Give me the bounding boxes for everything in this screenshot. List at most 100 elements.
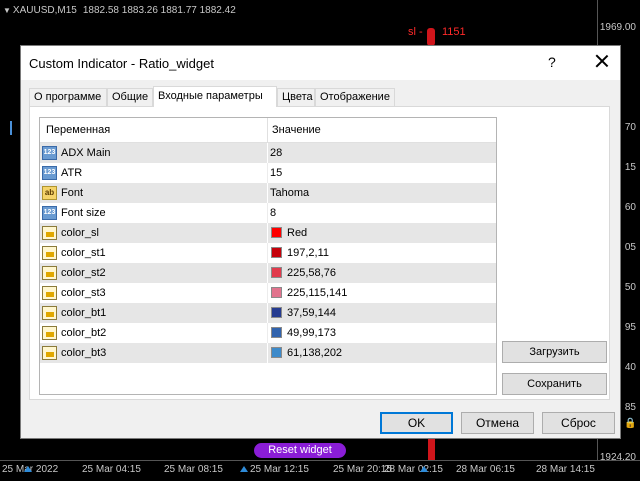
tab-common[interactable]: Общие: [107, 88, 153, 106]
price-tick: 95: [624, 322, 636, 333]
table-row[interactable]: 123 ATR 15: [40, 163, 496, 183]
column-header-value[interactable]: Значение: [272, 124, 321, 136]
table-row[interactable]: color_st3 225,115,141: [40, 283, 496, 303]
candle: [10, 121, 12, 135]
column-divider: [267, 283, 268, 303]
int-icon: 123: [42, 206, 57, 220]
column-divider: [267, 223, 268, 243]
price-tick: 1969.00: [599, 22, 636, 33]
column-divider[interactable]: [267, 118, 268, 142]
color-icon: [42, 286, 57, 300]
table-row[interactable]: color_st1 197,2,11: [40, 243, 496, 263]
variable-name: color_bt1: [61, 307, 107, 319]
table-row[interactable]: color_st2 225,58,76: [40, 263, 496, 283]
help-button[interactable]: ?: [548, 54, 556, 70]
chart-header: ▼ XAUUSD,M15 1882.58 1883.26 1881.77 1882.…: [3, 5, 236, 16]
time-tick: 25 Mar 08:15: [164, 464, 223, 475]
table-row[interactable]: color_bt2 49,99,173: [40, 323, 496, 343]
time-axis: 25 Mar 2022 25 Mar 04:15 25 Mar 08:15 25…: [0, 460, 640, 481]
variable-value[interactable]: 49,99,173: [287, 327, 336, 339]
chart-ohlc-prices: 1882.58 1883.26 1881.77 1882.42: [82, 5, 236, 16]
variable-value[interactable]: 225,58,76: [287, 267, 336, 279]
table-row[interactable]: 123 Font size 8: [40, 203, 496, 223]
tab-about[interactable]: О программе: [29, 88, 107, 106]
load-button[interactable]: Загрузить: [502, 341, 607, 363]
color-swatch[interactable]: [271, 307, 282, 318]
color-swatch[interactable]: [271, 287, 282, 298]
period-separator-marker-icon: [420, 466, 428, 472]
column-divider: [267, 323, 268, 343]
scroll-lock-icon[interactable]: 🔒: [624, 418, 636, 429]
cancel-button[interactable]: Отмена: [461, 412, 534, 434]
color-swatch[interactable]: [271, 327, 282, 338]
price-tick: 85: [624, 402, 636, 413]
period-separator-marker-icon: [24, 466, 32, 472]
color-swatch[interactable]: [271, 267, 282, 278]
color-icon: [42, 326, 57, 340]
variable-name: Font: [61, 187, 84, 199]
color-icon: [42, 346, 57, 360]
sl-price: 1151: [442, 26, 466, 38]
column-divider: [267, 263, 268, 283]
price-tick: 40: [624, 362, 636, 373]
chart-symbol: XAUUSD,M15: [12, 5, 77, 16]
variable-name: color_bt3: [61, 347, 107, 359]
time-tick: 25 Mar 12:15: [250, 464, 309, 475]
price-tick: 70: [624, 122, 636, 133]
table-row[interactable]: 123 ADX Main 28: [40, 143, 496, 163]
color-swatch[interactable]: [271, 247, 282, 258]
table-row[interactable]: color_bt1 37,59,144: [40, 303, 496, 323]
variable-value[interactable]: Tahoma: [270, 187, 309, 199]
tab-colors[interactable]: Цвета: [277, 88, 315, 106]
column-divider: [267, 183, 268, 203]
column-divider: [267, 243, 268, 263]
parameters-table: Переменная Значение 123 ADX Main 28 123 …: [39, 117, 497, 395]
candle: [428, 438, 435, 460]
variable-value[interactable]: 61,138,202: [287, 347, 342, 359]
close-icon[interactable]: [591, 50, 613, 72]
variable-value[interactable]: Red: [287, 227, 307, 239]
table-row[interactable]: color_sl Red: [40, 223, 496, 243]
variable-value[interactable]: 225,115,141: [287, 287, 347, 299]
variable-value[interactable]: 37,59,144: [287, 307, 336, 319]
period-separator-marker-icon: [240, 466, 248, 472]
table-row[interactable]: ab Font Tahoma: [40, 183, 496, 203]
tab-visualization[interactable]: Отображение: [315, 88, 395, 106]
variable-value[interactable]: 28: [270, 147, 282, 159]
color-swatch[interactable]: [271, 227, 282, 238]
variable-name: ATR: [61, 167, 83, 179]
int-icon: 123: [42, 166, 57, 180]
table-header: Переменная Значение: [40, 118, 496, 143]
dialog-titlebar[interactable]: Custom Indicator - Ratio_widget ?: [21, 46, 620, 80]
dialog-title: Custom Indicator - Ratio_widget: [29, 56, 214, 71]
column-divider: [267, 203, 268, 223]
reset-button[interactable]: Сброс: [542, 412, 615, 434]
time-tick: 25 Mar 04:15: [82, 464, 141, 475]
variable-name: color_st3: [61, 287, 106, 299]
reset-widget-button[interactable]: Reset widget: [254, 443, 346, 458]
variable-name: ADX Main: [61, 147, 111, 159]
ok-button[interactable]: OK: [380, 412, 453, 434]
variable-value[interactable]: 8: [270, 207, 276, 219]
variable-name: color_st2: [61, 267, 106, 279]
variable-name: Font size: [61, 207, 106, 219]
collapse-arrow-icon[interactable]: ▼: [3, 6, 11, 15]
string-icon: ab: [42, 186, 57, 200]
variable-value[interactable]: 15: [270, 167, 282, 179]
price-tick: 60: [624, 202, 636, 213]
variable-value[interactable]: 197,2,11: [287, 247, 329, 259]
variable-name: color_bt2: [61, 327, 107, 339]
sl-label: sl -: [408, 26, 423, 38]
color-icon: [42, 226, 57, 240]
save-button[interactable]: Сохранить: [502, 373, 607, 395]
column-divider: [267, 343, 268, 363]
column-divider: [267, 303, 268, 323]
color-icon: [42, 266, 57, 280]
color-swatch[interactable]: [271, 347, 282, 358]
column-divider: [267, 163, 268, 183]
table-row[interactable]: color_bt3 61,138,202: [40, 343, 496, 363]
column-header-variable[interactable]: Переменная: [46, 124, 110, 136]
int-icon: 123: [42, 146, 57, 160]
tab-inputs[interactable]: Входные параметры: [153, 86, 277, 107]
custom-indicator-dialog: Custom Indicator - Ratio_widget ? О прог…: [20, 45, 621, 439]
